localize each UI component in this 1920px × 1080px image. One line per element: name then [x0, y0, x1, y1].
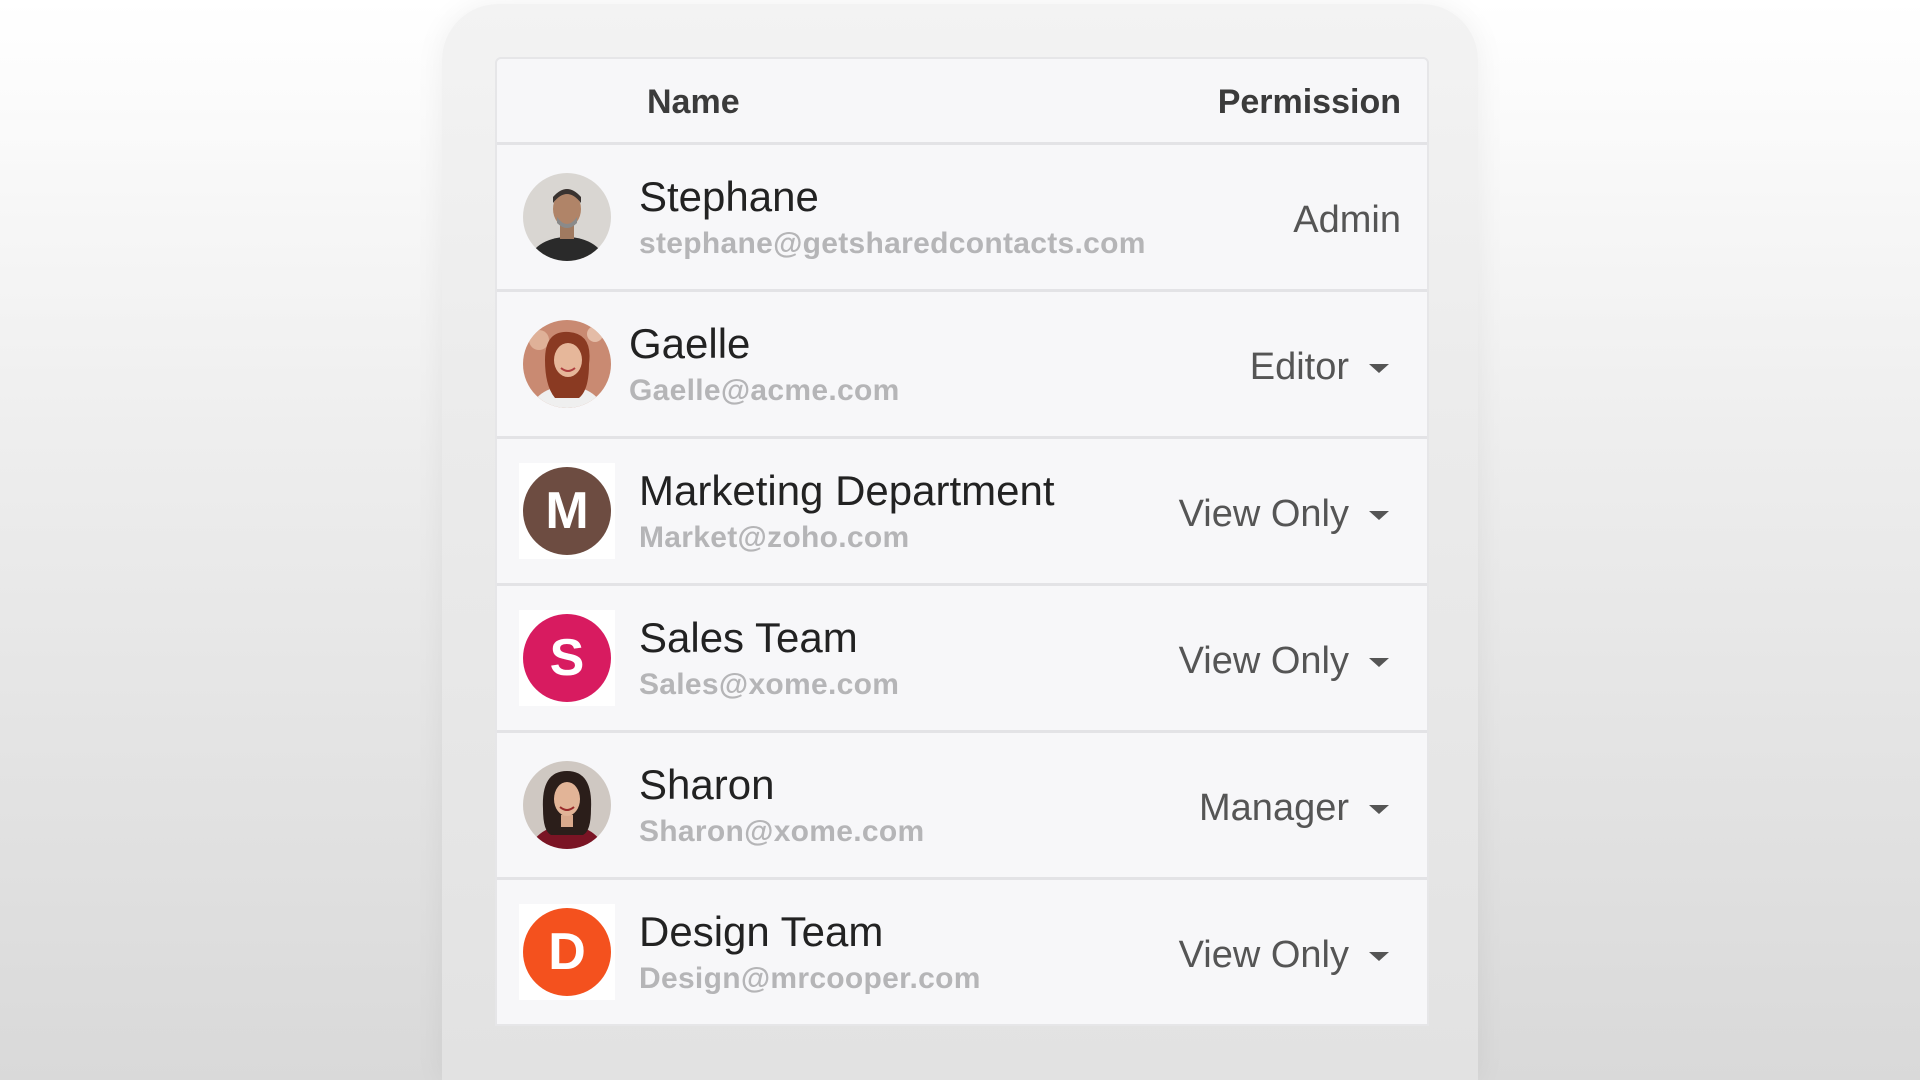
permission-label: Admin — [1293, 199, 1401, 241]
sharing-permissions-table: Name Permission Stephane stephane@getsha… — [495, 57, 1429, 1026]
table-row: S Sales Team Sales@xome.com View Only — [497, 586, 1427, 733]
permission-dropdown[interactable]: Editor — [1250, 346, 1389, 389]
table-header: Name Permission — [497, 59, 1427, 145]
permission-dropdown[interactable]: View Only — [1179, 934, 1389, 977]
user-email: Sales@xome.com — [639, 668, 900, 701]
user-name: Sales Team — [639, 614, 858, 661]
avatar-letter: D — [523, 908, 611, 996]
caret-down-icon — [1369, 952, 1389, 961]
caret-down-icon — [1369, 658, 1389, 667]
table-row: Sharon Sharon@xome.com Manager — [497, 733, 1427, 880]
user-name: Gaelle — [629, 320, 751, 367]
column-header-permission: Permission — [1217, 83, 1401, 121]
caret-down-icon — [1369, 805, 1389, 814]
permission-dropdown[interactable]: View Only — [1179, 640, 1389, 683]
user-email: Design@mrcooper.com — [639, 962, 981, 995]
avatar-letter: S — [523, 614, 611, 702]
caret-down-icon — [1369, 511, 1389, 520]
user-name: Marketing Department — [639, 467, 1055, 514]
permission-dropdown[interactable]: View Only — [1179, 493, 1389, 536]
avatar — [523, 761, 611, 849]
avatar: S — [519, 610, 615, 706]
avatar — [523, 173, 611, 261]
user-name: Design Team — [639, 908, 884, 955]
permission-dropdown[interactable]: Manager — [1199, 787, 1389, 830]
avatar: M — [519, 463, 615, 559]
table-row: Stephane stephane@getsharedcontacts.com … — [497, 145, 1427, 292]
avatar — [523, 320, 611, 408]
column-header-name: Name — [647, 83, 740, 121]
table-row: D Design Team Design@mrcooper.com View O… — [497, 880, 1427, 1024]
user-email: Market@zoho.com — [639, 521, 910, 554]
table-row: Gaelle Gaelle@acme.com Editor — [497, 292, 1427, 439]
user-email: Sharon@xome.com — [639, 815, 925, 848]
caret-down-icon — [1369, 364, 1389, 373]
table-row: M Marketing Department Market@zoho.com V… — [497, 439, 1427, 586]
avatar: D — [519, 904, 615, 1000]
user-email: Gaelle@acme.com — [629, 374, 900, 407]
user-name: Sharon — [639, 761, 775, 808]
user-name: Stephane — [639, 173, 819, 220]
avatar-letter: M — [523, 467, 611, 555]
user-email: stephane@getsharedcontacts.com — [639, 227, 1146, 260]
